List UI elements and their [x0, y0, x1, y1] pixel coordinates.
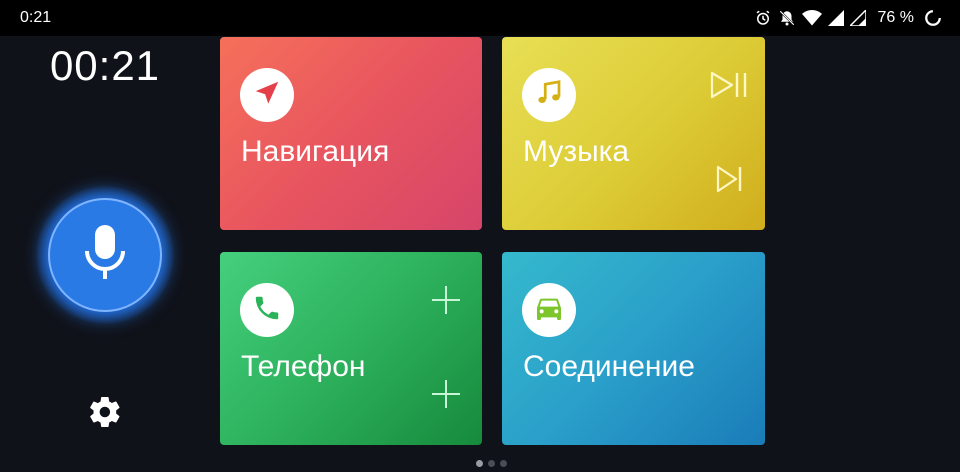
- tile-music-label: Музыка: [523, 135, 630, 168]
- skip-next-icon: [714, 164, 744, 199]
- tile-phone[interactable]: Телефон: [220, 252, 482, 445]
- phone-add-button-bottom[interactable]: [426, 376, 466, 416]
- settings-button[interactable]: [85, 394, 125, 434]
- wifi-icon: [801, 9, 822, 27]
- plus-icon: [430, 284, 462, 321]
- tile-connection-label: Соединение: [523, 350, 695, 383]
- status-bar: 0:21 76 %: [0, 0, 960, 36]
- music-note-icon: [534, 78, 564, 113]
- status-time: 0:21: [20, 9, 52, 26]
- tile-navigation-icon-circle: [240, 68, 294, 122]
- page-dot-2[interactable]: [488, 460, 495, 467]
- tile-music[interactable]: Музыка: [502, 37, 765, 230]
- notifications-off-icon: [778, 9, 796, 27]
- status-icons: 76 %: [754, 9, 942, 27]
- microphone-icon: [83, 223, 127, 288]
- page-indicator: [476, 460, 507, 467]
- battery-saver-icon: [924, 9, 942, 27]
- tile-navigation[interactable]: Навигация: [220, 37, 482, 230]
- navigation-arrow-icon: [252, 78, 282, 113]
- tile-connection-icon-circle: [522, 283, 576, 337]
- plus-icon: [430, 378, 462, 415]
- tile-phone-icon-circle: [240, 283, 294, 337]
- voice-assistant-button[interactable]: [48, 198, 162, 312]
- gear-icon: [87, 394, 123, 435]
- left-rail: 00:21: [0, 36, 210, 472]
- alarm-icon: [754, 9, 772, 27]
- tile-connection[interactable]: Соединение: [502, 252, 765, 445]
- skip-next-button[interactable]: [709, 161, 749, 201]
- play-pause-button[interactable]: [709, 67, 749, 107]
- phone-icon: [252, 293, 282, 328]
- battery-percentage: 76 %: [877, 9, 914, 26]
- play-pause-icon: [709, 70, 749, 105]
- page-dot-1[interactable]: [476, 460, 483, 467]
- tile-phone-label: Телефон: [241, 350, 366, 383]
- tile-navigation-label: Навигация: [241, 135, 390, 168]
- car-icon: [533, 292, 565, 329]
- signal-icon: [849, 10, 866, 26]
- phone-add-button-top[interactable]: [426, 282, 466, 322]
- clock: 00:21: [49, 42, 161, 89]
- tile-music-icon-circle: [522, 68, 576, 122]
- page-dot-3[interactable]: [500, 460, 507, 467]
- signal-icon: [827, 10, 844, 26]
